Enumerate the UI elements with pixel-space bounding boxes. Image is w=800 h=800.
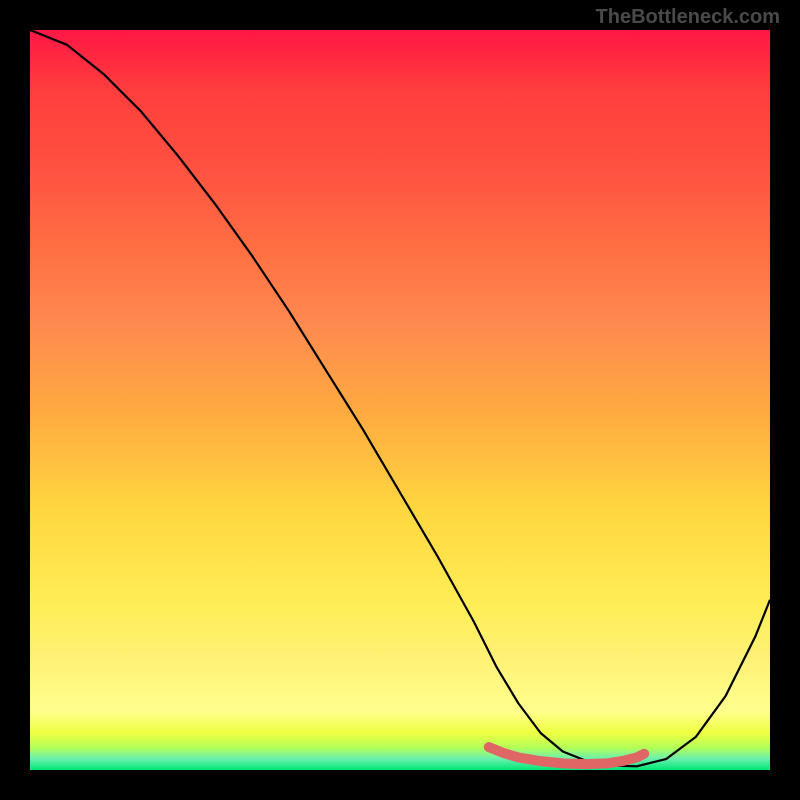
plot-area [30,30,770,770]
watermark-text: TheBottleneck.com [596,6,780,29]
optimal-segment-path [489,747,644,764]
bottleneck-curve-path [30,30,770,766]
chart-svg [30,30,770,770]
